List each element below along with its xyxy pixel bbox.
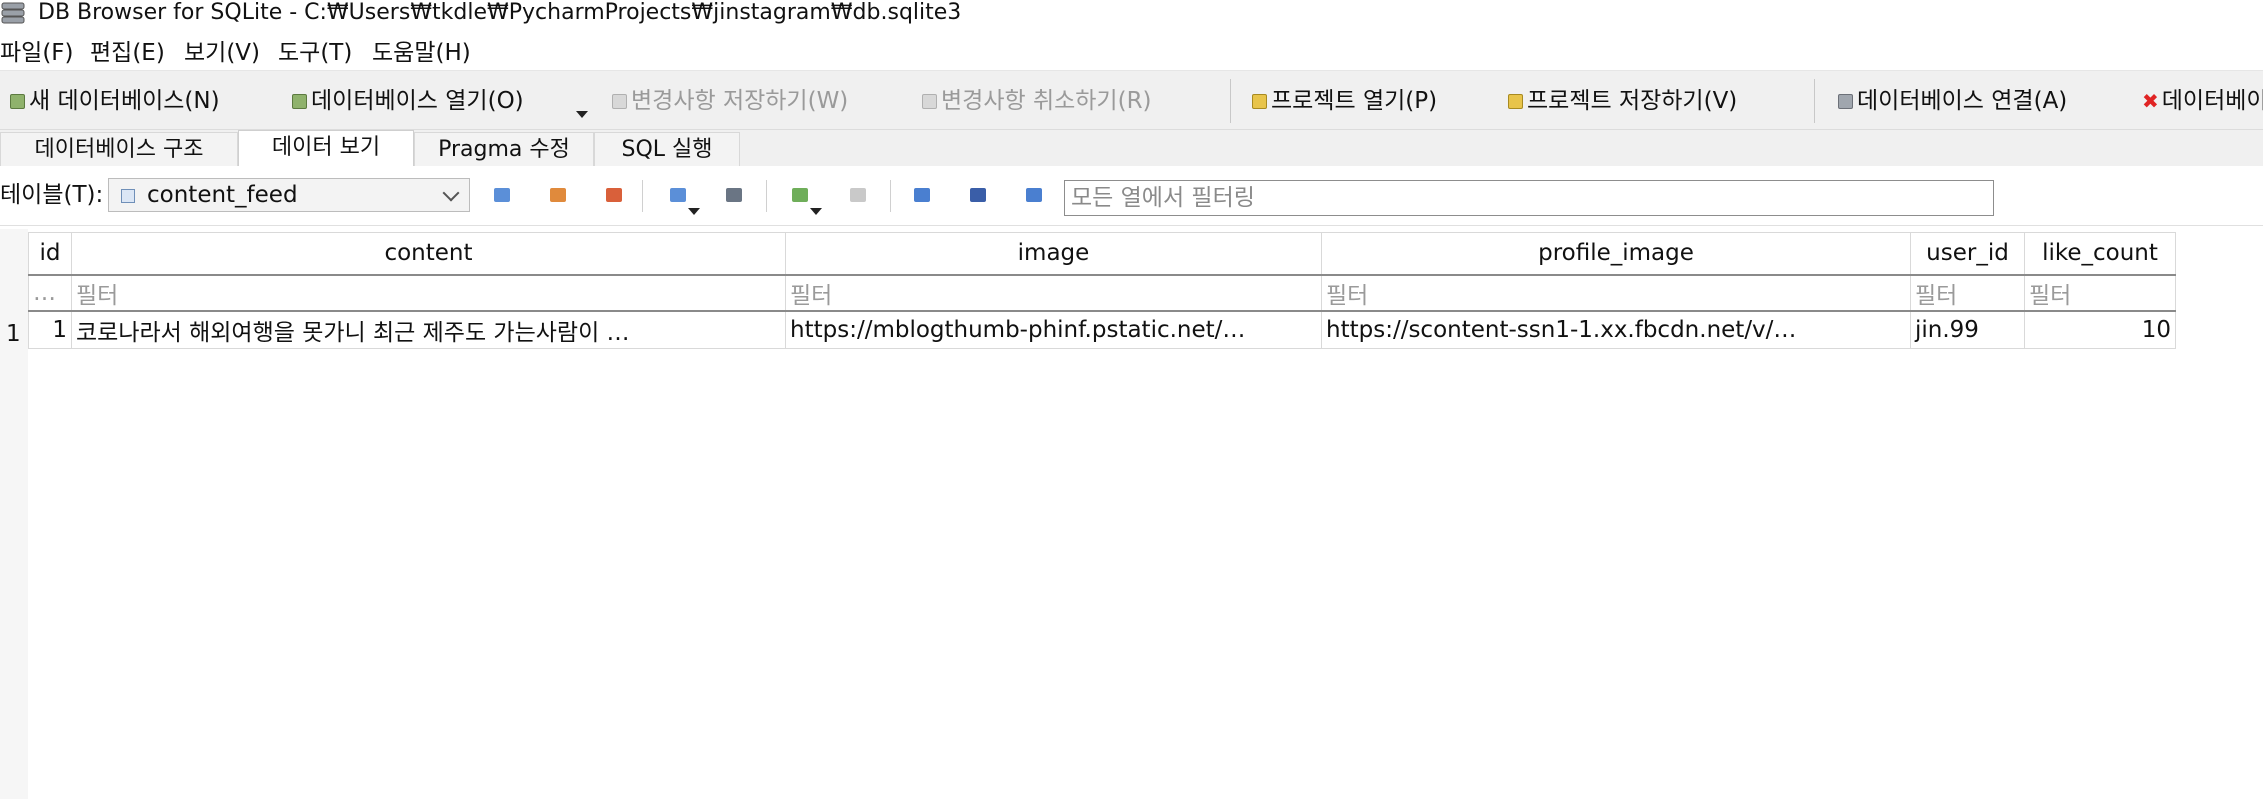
save-project-icon xyxy=(1508,94,1523,109)
filter-cell-profile-image[interactable]: 필터 xyxy=(1321,273,1911,312)
filter-all-columns-field[interactable] xyxy=(1064,180,1994,216)
find-replace-icon[interactable] xyxy=(970,188,986,202)
filter-cell-content[interactable]: 필터 xyxy=(71,273,786,312)
window-title: DB Browser for SQLite - C:₩Users₩tkdle₩P… xyxy=(38,0,962,25)
revert-changes-icon xyxy=(922,94,937,109)
open-database-dropdown-icon[interactable] xyxy=(576,111,588,118)
cell-id[interactable]: 1 xyxy=(28,310,72,349)
table-select-value: content_feed xyxy=(147,182,298,208)
save-view-dropdown-icon[interactable] xyxy=(688,208,700,215)
browse-toolbar: 테이블(T): content_feed xyxy=(0,166,2263,226)
close-icon: ✖ xyxy=(2142,89,2159,113)
menu-edit[interactable]: 편집(E) xyxy=(90,36,165,70)
attach-database-icon xyxy=(1838,94,1853,109)
cell-content[interactable]: 코로나라서 해외여행을 못가니 최근 제주도 가는사람이 … xyxy=(71,310,786,349)
tab-bar: 데이터베이스 구조 데이터 보기 Pragma 수정 SQL 실행 xyxy=(0,130,2263,166)
main-toolbar: 새 데이터베이스(N) 데이터베이스 열기(O) 변경사항 저장하기(W) 변경… xyxy=(0,70,2263,130)
menu-bar: 파일(F) 편집(E) 보기(V) 도구(T) 도움말(H) xyxy=(0,36,2263,70)
filter-cell-image[interactable]: 필터 xyxy=(785,273,1322,312)
tab-database-structure[interactable]: 데이터베이스 구조 xyxy=(0,132,238,166)
filter-all-columns-input[interactable] xyxy=(1065,181,1993,215)
column-header-image[interactable]: image xyxy=(785,232,1322,275)
write-changes-icon xyxy=(612,94,627,109)
menu-view[interactable]: 보기(V) xyxy=(184,36,260,70)
toolbar-separator xyxy=(1814,79,1815,123)
row-number[interactable]: 1 xyxy=(6,321,21,347)
open-database-button[interactable]: 데이터베이스 열기(O) xyxy=(292,83,524,119)
column-header-id[interactable]: id xyxy=(28,232,72,275)
write-changes-button[interactable]: 변경사항 저장하기(W) xyxy=(612,83,848,119)
cell-profile-image[interactable]: https://scontent-ssn1-1.xx.fbcdn.net/v/… xyxy=(1321,310,1911,349)
insert-record-icon[interactable] xyxy=(792,188,808,202)
filter-cell-like-count[interactable]: 필터 xyxy=(2024,273,2176,312)
column-header-content[interactable]: content xyxy=(71,232,786,275)
tab-edit-pragmas[interactable]: Pragma 수정 xyxy=(414,132,594,166)
open-database-icon xyxy=(292,94,307,109)
tab-browse-data[interactable]: 데이터 보기 xyxy=(238,130,414,166)
data-grid: id content image profile_image user_id l… xyxy=(28,232,2176,349)
delete-record-icon[interactable] xyxy=(850,188,866,202)
tab-execute-sql[interactable]: SQL 실행 xyxy=(594,132,740,166)
column-header-profile-image[interactable]: profile_image xyxy=(1321,232,1911,275)
column-header-user-id[interactable]: user_id xyxy=(1910,232,2025,275)
find-text-icon[interactable] xyxy=(914,188,930,202)
cell-like-count[interactable]: 10 xyxy=(2024,310,2176,349)
table-label: 테이블(T): xyxy=(0,182,104,208)
clear-sorting-icon[interactable] xyxy=(606,188,622,202)
toolbar-separator xyxy=(642,180,643,212)
open-project-button[interactable]: 프로젝트 열기(P) xyxy=(1252,83,1437,119)
save-table-view-icon[interactable] xyxy=(670,188,686,202)
clear-filters-icon[interactable] xyxy=(550,188,566,202)
cell-user-id[interactable]: jin.99 xyxy=(1910,310,2025,349)
menu-help[interactable]: 도움말(H) xyxy=(372,36,471,70)
table-icon xyxy=(121,189,135,203)
toolbar-separator xyxy=(1230,79,1231,123)
new-database-button[interactable]: 새 데이터베이스(N) xyxy=(10,83,220,119)
column-header-like-count[interactable]: like_count xyxy=(2024,232,2176,275)
table-select[interactable]: content_feed xyxy=(108,178,470,212)
print-icon[interactable] xyxy=(726,188,742,202)
filter-row: … 필터 필터 필터 필터 필터 xyxy=(28,273,2176,312)
close-database-button[interactable]: ✖ 데이터베이 xyxy=(2142,83,2263,119)
title-bar: DB Browser for SQLite - C:₩Users₩tkdle₩P… xyxy=(0,0,2263,26)
save-project-button[interactable]: 프로젝트 저장하기(V) xyxy=(1508,83,1737,119)
row-header-gutter xyxy=(0,229,28,799)
menu-tools[interactable]: 도구(T) xyxy=(278,36,352,70)
toolbar-separator xyxy=(766,180,767,212)
menu-file[interactable]: 파일(F) xyxy=(0,36,74,70)
refresh-icon[interactable] xyxy=(494,188,510,202)
header-row: id content image profile_image user_id l… xyxy=(28,232,2176,275)
insert-record-dropdown-icon[interactable] xyxy=(810,208,822,215)
filter-cell-id[interactable]: … xyxy=(28,273,72,312)
new-database-icon xyxy=(10,94,25,109)
attach-database-button[interactable]: 데이터베이스 연결(A) xyxy=(1838,83,2067,119)
cell-image[interactable]: https://mblogthumb-phinf.pstatic.net/… xyxy=(785,310,1322,349)
database-stack-icon xyxy=(1,2,25,24)
goto-cell-icon[interactable] xyxy=(1026,188,1042,202)
chevron-down-icon xyxy=(442,184,460,202)
table-row[interactable]: 1 코로나라서 해외여행을 못가니 최근 제주도 가는사람이 … https:/… xyxy=(28,310,2176,349)
revert-changes-button[interactable]: 변경사항 취소하기(R) xyxy=(922,83,1152,119)
open-project-icon xyxy=(1252,94,1267,109)
filter-cell-user-id[interactable]: 필터 xyxy=(1910,273,2025,312)
toolbar-separator xyxy=(890,180,891,212)
